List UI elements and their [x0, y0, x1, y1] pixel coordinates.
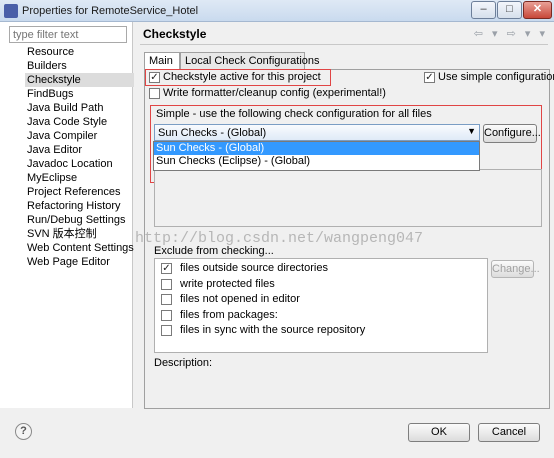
nav-item-project-references[interactable]: Project References [25, 185, 136, 199]
write-formatter-label: Write formatter/cleanup config (experime… [163, 87, 386, 99]
close-button[interactable]: ✕ [523, 1, 552, 19]
nav-item-run-debug-settings[interactable]: Run/Debug Settings [25, 213, 136, 227]
use-simple-config-checkbox[interactable]: ✓ Use simple configuration [424, 71, 554, 83]
nav-item-web-content-settings[interactable]: Web Content Settings [25, 241, 136, 255]
nav-item-java-editor[interactable]: Java Editor [25, 143, 136, 157]
exclude-option-label: files from packages: [180, 309, 278, 321]
tab-local-check-configurations[interactable]: Local Check Configurations [180, 52, 320, 69]
change-button[interactable]: Change... [491, 260, 540, 278]
exclude-option-label: files in sync with the source repository [180, 324, 366, 336]
properties-content-pane: Checkstyle ⇦ ▾ ⇨ ▾ ▾ Main Local Check Co… [134, 22, 554, 409]
title-bar: Properties for RemoteService_Hotel – □ ✕ [0, 0, 554, 22]
exclude-title: Exclude from checking... [154, 245, 274, 257]
page-title: Checkstyle [143, 27, 207, 41]
dropdown-option[interactable]: Sun Checks - (Global) [154, 142, 479, 155]
check-config-dropdown: Sun Checks - (Global) Sun Checks (Eclips… [153, 141, 480, 171]
nav-item-builders[interactable]: Builders [25, 59, 136, 73]
exclude-option-outside-source[interactable]: ✓ files outside source directories [161, 262, 328, 274]
nav-item-myeclipse[interactable]: MyEclipse [25, 171, 136, 185]
minimize-button[interactable]: – [471, 1, 496, 19]
nav-item-web-page-editor[interactable]: Web Page Editor [25, 255, 136, 269]
checkbox-box [161, 293, 172, 305]
window-title: Properties for RemoteService_Hotel [22, 5, 199, 17]
use-simple-config-label: Use simple configuration [438, 71, 554, 83]
description-label: Description: [154, 357, 213, 369]
nav-item-java-compiler[interactable]: Java Compiler [25, 129, 136, 143]
checkbox-box: ✓ [149, 71, 160, 83]
checkbox-box: ✓ [424, 71, 435, 83]
checkbox-box: ✓ [161, 262, 172, 274]
nav-item-svn[interactable]: SVN 版本控制 [25, 227, 136, 241]
header-divider [140, 44, 548, 45]
nav-item-resource[interactable]: Resource [25, 45, 136, 59]
page-header: Checkstyle ⇦ ▾ ⇨ ▾ ▾ [134, 22, 554, 44]
exclude-option-write-protected[interactable]: write protected files [161, 278, 275, 290]
checkstyle-active-label: Checkstyle active for this project [163, 71, 321, 83]
exclude-option-label: files not opened in editor [180, 293, 300, 305]
exclude-option-label: write protected files [180, 278, 275, 290]
exclude-option-in-sync[interactable]: files in sync with the source repository [161, 324, 365, 336]
nav-item-java-code-style[interactable]: Java Code Style [25, 115, 136, 129]
help-icon[interactable]: ? [15, 423, 32, 440]
checkstyle-active-checkbox[interactable]: ✓ Checkstyle active for this project [149, 71, 321, 83]
nav-list: Resource Builders Checkstyle FindBugs Ja… [25, 45, 136, 269]
history-nav-arrows[interactable]: ⇦ ▾ ⇨ ▾ ▾ [474, 27, 548, 40]
config-description-area [154, 169, 542, 227]
nav-item-java-build-path[interactable]: Java Build Path [25, 101, 136, 115]
checkbox-box [161, 278, 172, 290]
filter-input[interactable] [9, 26, 127, 43]
maximize-button[interactable]: □ [497, 1, 522, 19]
tab-main[interactable]: Main [144, 52, 180, 70]
configure-button[interactable]: Configure... [483, 124, 541, 143]
chevron-down-icon: ▼ [467, 126, 476, 136]
properties-nav-pane: Resource Builders Checkstyle FindBugs Ja… [0, 22, 136, 408]
eclipse-app-icon [4, 4, 18, 18]
nav-item-javadoc-location[interactable]: Javadoc Location [25, 157, 136, 171]
dropdown-option[interactable]: Sun Checks (Eclipse) - (Global) [154, 155, 479, 168]
nav-item-checkstyle[interactable]: Checkstyle [25, 73, 136, 87]
ok-button[interactable]: OK [408, 423, 470, 442]
exclude-option-not-opened[interactable]: files not opened in editor [161, 293, 300, 305]
exclude-option-packages[interactable]: files from packages: [161, 309, 278, 321]
exclude-option-label: files outside source directories [180, 262, 328, 274]
checkbox-box [161, 324, 172, 336]
check-config-selected: Sun Checks - (Global) [158, 127, 267, 139]
write-formatter-checkbox[interactable]: Write formatter/cleanup config (experime… [149, 87, 386, 99]
exclude-list: ✓ files outside source directories write… [154, 258, 488, 353]
nav-item-findbugs[interactable]: FindBugs [25, 87, 136, 101]
checkbox-box [161, 309, 172, 321]
simple-config-title: Simple - use the following check configu… [156, 108, 432, 120]
checkbox-box [149, 87, 160, 99]
check-config-combo[interactable]: Sun Checks - (Global) ▼ [154, 124, 480, 141]
cancel-button[interactable]: Cancel [478, 423, 540, 442]
nav-item-refactoring-history[interactable]: Refactoring History [25, 199, 136, 213]
main-tab-body: ✓ Checkstyle active for this project ✓ U… [144, 69, 554, 409]
